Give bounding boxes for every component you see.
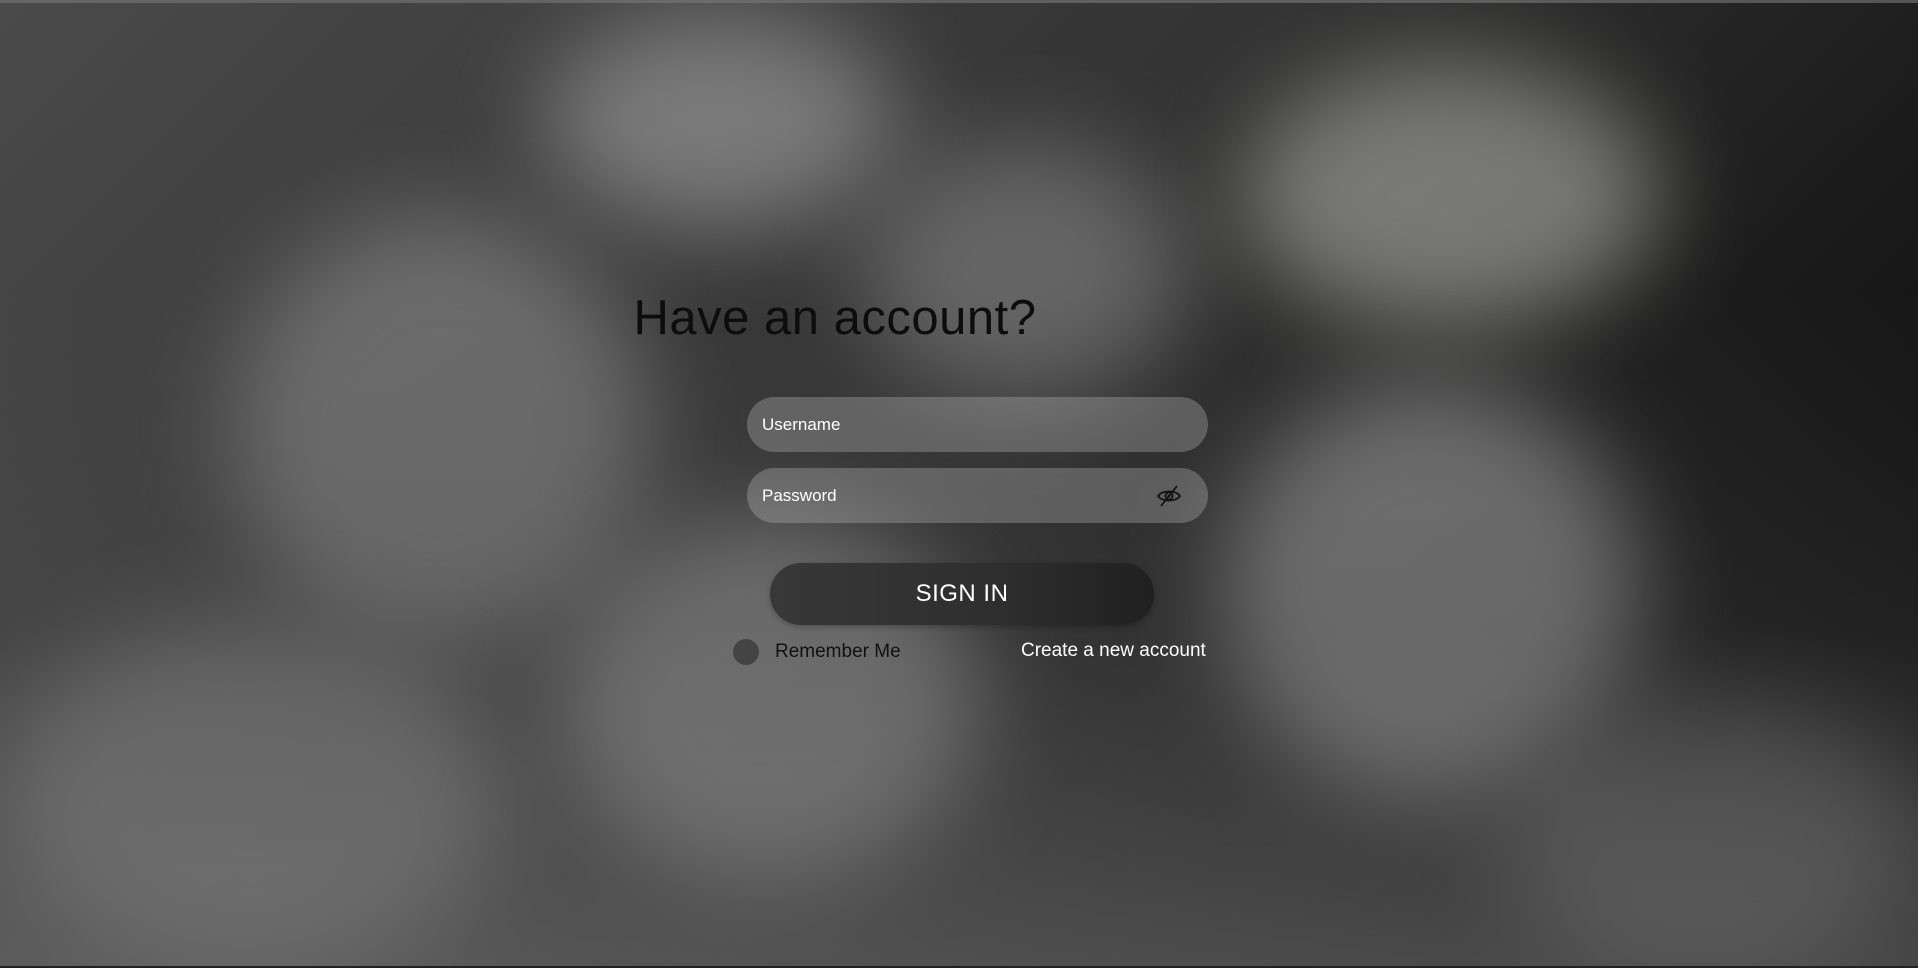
remember-me-radio[interactable] [733,639,759,665]
page-title: Have an account? [633,291,1037,345]
username-field[interactable] [747,397,1208,452]
sign-in-button[interactable]: SIGN IN [770,563,1154,625]
remember-me-label: Remember Me [775,641,901,662]
remember-me-toggle[interactable]: Remember Me [733,639,901,665]
password-input[interactable] [747,468,1208,523]
eye-slash-icon[interactable] [1156,483,1182,509]
username-input[interactable] [747,397,1208,452]
password-field[interactable] [747,468,1208,523]
create-account-link[interactable]: Create a new account [1021,640,1206,662]
top-border [0,0,1918,3]
